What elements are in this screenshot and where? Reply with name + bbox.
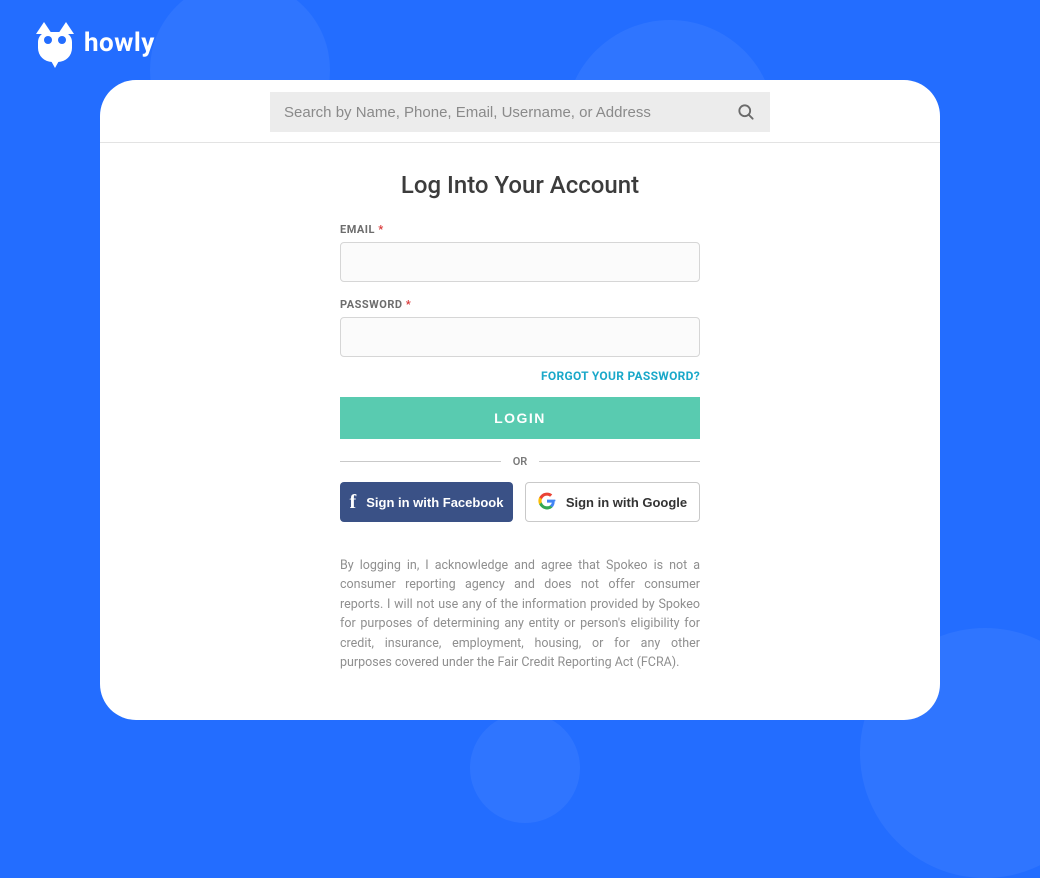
required-mark: * (378, 223, 384, 236)
facebook-signin-label: Sign in with Facebook (366, 495, 503, 510)
google-icon (538, 492, 556, 513)
page-title: Log Into Your Account (340, 171, 700, 199)
facebook-signin-button[interactable]: f Sign in with Facebook (340, 482, 513, 522)
email-label: EMAIL * (340, 223, 700, 236)
google-signin-label: Sign in with Google (566, 495, 687, 510)
search-bar-container (100, 80, 940, 143)
search-icon[interactable] (736, 102, 756, 122)
password-label-text: PASSWORD (340, 298, 403, 311)
brand-name: howly (84, 28, 155, 58)
search-bar[interactable] (270, 92, 770, 132)
email-label-text: EMAIL (340, 223, 375, 236)
owl-icon (36, 24, 74, 62)
password-field[interactable] (340, 317, 700, 357)
brand-logo: howly (36, 24, 155, 62)
divider-line (539, 461, 700, 462)
forgot-password-link[interactable]: FORGOT YOUR PASSWORD? (340, 369, 700, 383)
login-form: Log Into Your Account EMAIL * PASSWORD *… (340, 171, 700, 672)
login-button[interactable]: LOGIN (340, 397, 700, 439)
bg-circle (470, 713, 580, 823)
facebook-icon: f (350, 492, 357, 512)
or-divider: OR (340, 455, 700, 468)
password-label: PASSWORD * (340, 298, 700, 311)
login-card: Log Into Your Account EMAIL * PASSWORD *… (100, 80, 940, 720)
legal-disclaimer: By logging in, I acknowledge and agree t… (340, 556, 700, 672)
required-mark: * (406, 298, 412, 311)
divider-line (340, 461, 501, 462)
google-signin-button[interactable]: Sign in with Google (525, 482, 700, 522)
social-login-row: f Sign in with Facebook Sign in with Goo… (340, 482, 700, 522)
email-field[interactable] (340, 242, 700, 282)
search-input[interactable] (284, 104, 726, 121)
or-text: OR (513, 455, 528, 468)
